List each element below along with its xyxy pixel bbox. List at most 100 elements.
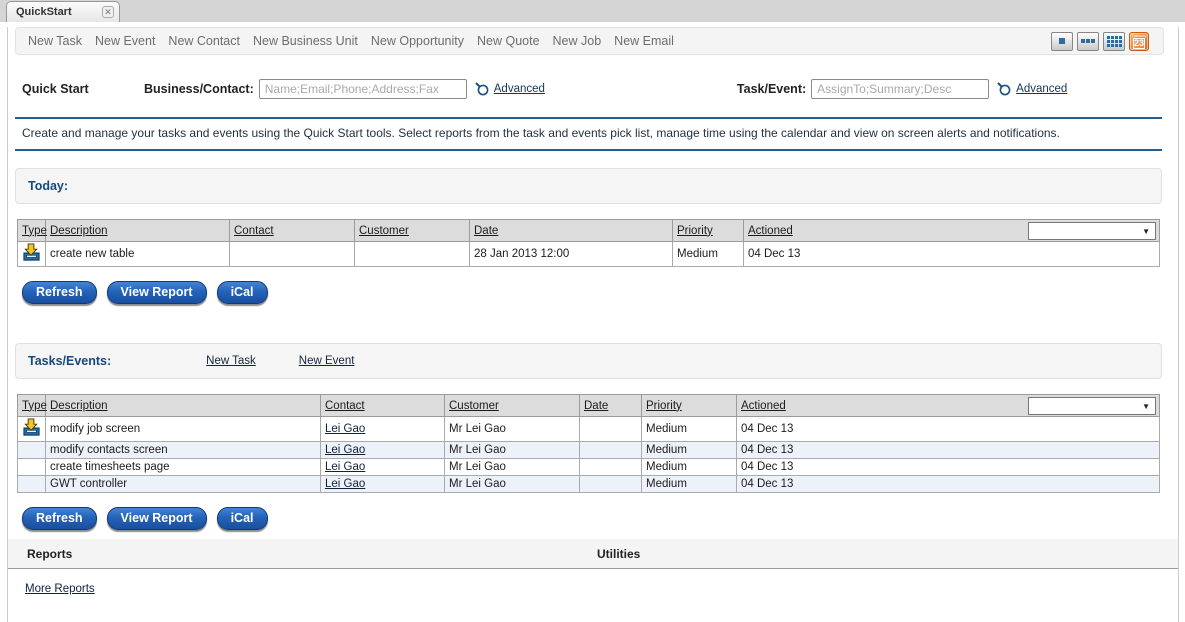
table-row[interactable]: modify job screen Lei Gao Mr Lei Gao Med… (18, 417, 1160, 442)
column-header-description[interactable]: Description (50, 225, 108, 237)
table-row[interactable]: create timesheets page Lei Gao Mr Lei Ga… (18, 459, 1160, 476)
month-view-icon[interactable] (1103, 32, 1125, 51)
today-table: Type Description Contact Customer Date P… (17, 219, 1160, 267)
intro-text: Create and manage your tasks and events … (15, 117, 1162, 151)
ical-button[interactable]: iCal (217, 281, 268, 304)
toolbar-link-new-quote[interactable]: New Quote (477, 34, 540, 48)
description-cell: modify job screen (46, 417, 321, 442)
reports-utilities-band: Reports Utilities (8, 539, 1178, 569)
today-table-wrap: Type Description Contact Customer Date P… (17, 219, 1160, 267)
more-reports-link[interactable]: More Reports (25, 583, 95, 595)
filter-select[interactable]: ▼ (1028, 222, 1156, 240)
column-header-date[interactable]: Date (584, 400, 608, 412)
week-view-icon[interactable] (1077, 32, 1099, 51)
contact-link[interactable]: Lei Gao (325, 461, 365, 473)
column-header-actioned[interactable]: Actioned (741, 400, 786, 412)
search-icon[interactable] (996, 81, 1012, 97)
toolbar-link-new-job[interactable]: New Job (553, 34, 602, 48)
refresh-button[interactable]: Refresh (22, 507, 97, 530)
reports-label: Reports (27, 547, 597, 561)
tab-quickstart[interactable]: QuickStart ✕ (6, 1, 120, 22)
new-event-link[interactable]: New Event (299, 355, 355, 367)
new-task-link[interactable]: New Task (206, 355, 256, 367)
tasks-events-title: Tasks/Events: (28, 354, 111, 368)
task-type-cell (18, 459, 46, 476)
calendar-view-icons: Tuesday 23 (1051, 32, 1149, 51)
date-cell (580, 476, 642, 493)
priority-cell: Medium (642, 459, 737, 476)
contact-link[interactable]: Lei Gao (325, 423, 365, 435)
content-area: New Task New Event New Contact New Busin… (7, 27, 1179, 622)
tab-bar: QuickStart ✕ (0, 0, 1185, 22)
toolbar-link-new-opportunity[interactable]: New Opportunity (371, 34, 464, 48)
description-cell: modify contacts screen (46, 442, 321, 459)
column-header-type[interactable]: Type (22, 225, 47, 237)
view-report-button[interactable]: View Report (107, 507, 207, 530)
column-header-date[interactable]: Date (474, 225, 498, 237)
tasks-buttons: Refresh View Report iCal (22, 507, 1178, 530)
today-title: Today: (28, 179, 68, 193)
column-header-priority[interactable]: Priority (646, 400, 682, 412)
customer-cell: Mr Lei Gao (445, 442, 580, 459)
column-header-customer[interactable]: Customer (449, 400, 499, 412)
date-cell (580, 459, 642, 476)
table-row[interactable]: modify contacts screen Lei Gao Mr Lei Ga… (18, 442, 1160, 459)
calendar-date-icon[interactable]: Tuesday 23 (1129, 32, 1149, 51)
calendar-weekday: Tuesday (1130, 33, 1148, 38)
table-row[interactable]: GWT controller Lei Gao Mr Lei Gao Medium… (18, 476, 1160, 493)
search-icon[interactable] (474, 81, 490, 97)
ical-button[interactable]: iCal (217, 507, 268, 530)
tasks-table-wrap: Type Description Contact Customer Date P… (17, 394, 1160, 493)
view-report-button[interactable]: View Report (107, 281, 207, 304)
table-row[interactable]: create new table 28 Jan 2013 12:00 Mediu… (18, 242, 1160, 267)
toolbar-link-new-contact[interactable]: New Contact (168, 34, 240, 48)
priority-cell: Medium (642, 417, 737, 442)
task-type-cell (18, 476, 46, 493)
page-title: Quick Start (22, 82, 144, 96)
tasks-table-header-row: Type Description Contact Customer Date P… (18, 395, 1160, 417)
tab-close-icon[interactable]: ✕ (102, 6, 114, 18)
today-section-header: Today: (15, 168, 1162, 204)
customer-cell: Mr Lei Gao (445, 417, 580, 442)
description-cell: create timesheets page (46, 459, 321, 476)
actioned-cell: 04 Dec 13 (744, 242, 1160, 267)
actioned-cell: 04 Dec 13 (737, 417, 1160, 442)
column-header-actioned[interactable]: Actioned (748, 225, 793, 237)
column-header-contact[interactable]: Contact (325, 400, 365, 412)
task-type-cell (18, 242, 46, 267)
contact-link[interactable]: Lei Gao (325, 478, 365, 490)
task-event-input[interactable] (811, 79, 989, 99)
task-inbox-icon (22, 418, 41, 437)
new-items-toolbar: New Task New Event New Contact New Busin… (15, 27, 1164, 55)
business-contact-input[interactable] (259, 79, 467, 99)
business-contact-label: Business/Contact: (144, 82, 254, 96)
today-table-header-row: Type Description Contact Customer Date P… (18, 220, 1160, 242)
calendar-day: 23 (1133, 38, 1145, 49)
customer-cell (355, 242, 470, 267)
column-header-priority[interactable]: Priority (677, 225, 713, 237)
contact-link[interactable]: Lei Gao (325, 444, 365, 456)
column-header-contact[interactable]: Contact (234, 225, 274, 237)
contact-cell (230, 242, 355, 267)
actioned-cell: 04 Dec 13 (737, 442, 1160, 459)
task-event-label: Task/Event: (737, 82, 806, 96)
toolbar-link-new-task[interactable]: New Task (28, 34, 82, 48)
priority-cell: Medium (673, 242, 744, 267)
task-advanced-link[interactable]: Advanced (1016, 83, 1067, 95)
column-header-description[interactable]: Description (50, 400, 108, 412)
toolbar-link-new-email[interactable]: New Email (614, 34, 674, 48)
customer-cell: Mr Lei Gao (445, 459, 580, 476)
tab-title: QuickStart (16, 6, 102, 18)
day-view-icon[interactable] (1051, 32, 1073, 51)
priority-cell: Medium (642, 442, 737, 459)
column-header-customer[interactable]: Customer (359, 225, 409, 237)
business-advanced-link[interactable]: Advanced (494, 83, 545, 95)
column-header-type[interactable]: Type (22, 400, 47, 412)
toolbar-link-new-event[interactable]: New Event (95, 34, 155, 48)
toolbar-link-new-business-unit[interactable]: New Business Unit (253, 34, 358, 48)
refresh-button[interactable]: Refresh (22, 281, 97, 304)
actioned-cell: 04 Dec 13 (737, 459, 1160, 476)
task-type-cell (18, 417, 46, 442)
customer-cell: Mr Lei Gao (445, 476, 580, 493)
filter-select[interactable]: ▼ (1028, 397, 1156, 415)
